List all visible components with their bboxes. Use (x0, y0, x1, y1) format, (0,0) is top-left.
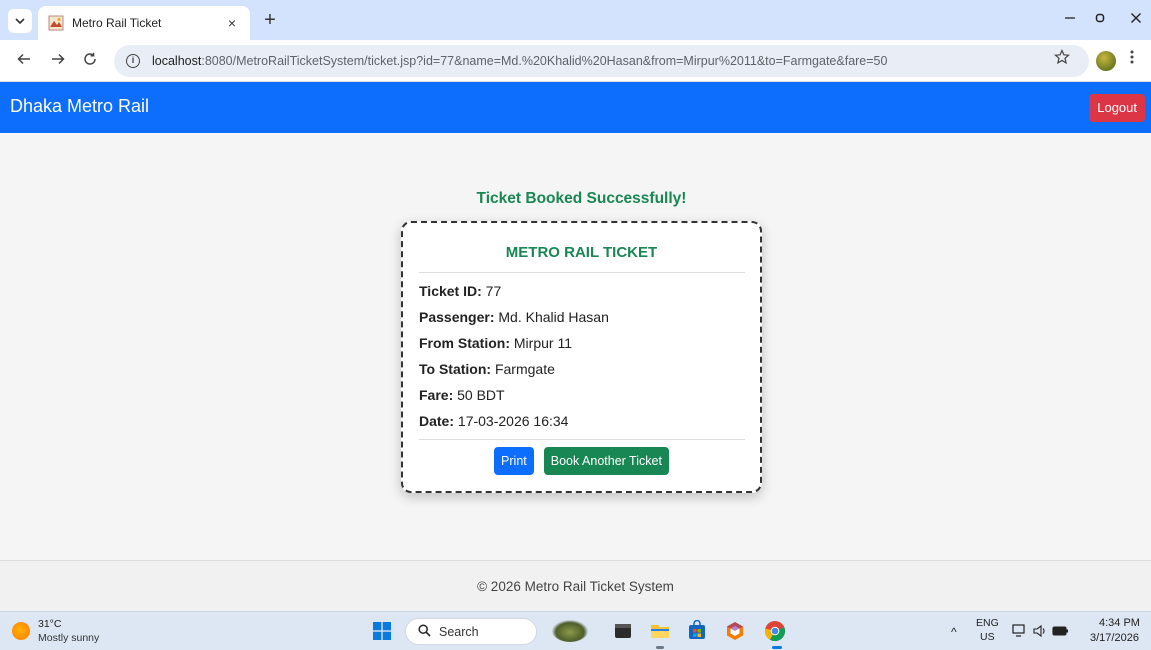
brand-title[interactable]: Dhaka Metro Rail (10, 96, 149, 117)
date-row: Date: 17-03-2026 16:34 (419, 413, 568, 429)
browser-tab[interactable]: Metro Rail Ticket × (38, 6, 250, 40)
field-value: 17-03-2026 16:34 (457, 413, 569, 429)
weather-sun-icon[interactable] (12, 622, 30, 640)
network-icon[interactable] (1012, 624, 1028, 641)
top-navbar: Dhaka Metro Rail Logout (0, 82, 1151, 133)
to-station-row: To Station: Farmgate (419, 361, 555, 377)
reload-icon[interactable] (78, 49, 102, 73)
field-label: Passenger: (419, 309, 495, 325)
ticket-id-row: Ticket ID: 77 (419, 283, 501, 299)
field-label: From Station: (419, 335, 510, 351)
field-value: Mirpur 11 (513, 335, 572, 351)
logout-button[interactable]: Logout (1089, 94, 1145, 122)
field-value: 77 (485, 283, 502, 299)
chrome-app-icon[interactable] (764, 620, 786, 642)
tab-close-icon[interactable]: × (224, 15, 240, 31)
from-station-row: From Station: Mirpur 11 (419, 335, 572, 351)
fare-row: Fare: 50 BDT (419, 387, 505, 403)
terminal-app-icon[interactable] (612, 620, 634, 642)
address-bar: i localhost:8080/MetroRailTicketSystem/t… (0, 40, 1151, 82)
volume-icon[interactable] (1032, 624, 1048, 641)
profile-avatar-icon[interactable] (1096, 51, 1116, 71)
favicon-icon (48, 15, 64, 31)
clock-time[interactable]: 4:34 PM (1099, 617, 1140, 629)
ticket-actions: Print Book Another Ticket (403, 447, 760, 475)
field-value: 50 BDT (457, 387, 505, 403)
book-another-ticket-button[interactable]: Book Another Ticket (543, 447, 669, 475)
weather-description[interactable]: Mostly sunny (38, 632, 99, 644)
field-label: To Station: (419, 361, 492, 377)
url-path: :8080/MetroRailTicketSystem/ticket.jsp?i… (201, 54, 888, 68)
url-host: localhost (152, 54, 202, 68)
restore-icon[interactable] (1088, 8, 1112, 32)
search-icon (418, 623, 431, 640)
active-app-indicator (772, 646, 782, 649)
photo-widget-icon[interactable] (552, 620, 588, 642)
region-indicator[interactable]: US (980, 631, 995, 643)
back-icon[interactable] (12, 49, 36, 73)
file-explorer-icon[interactable] (649, 620, 671, 642)
tab-title: Metro Rail Ticket (72, 16, 162, 30)
search-label: Search (439, 624, 479, 639)
divider (419, 439, 745, 440)
passenger-row: Passenger: Md. Khalid Hasan (419, 309, 609, 325)
store-app-icon[interactable] (686, 619, 708, 642)
os-taskbar: 31°C Mostly sunny Search ^ ENG US 4:34 P… (0, 611, 1151, 650)
active-app-indicator (656, 646, 664, 649)
url-input[interactable]: i localhost:8080/MetroRailTicketSystem/t… (114, 45, 1089, 77)
field-label: Date: (419, 413, 455, 429)
field-label: Fare: (419, 387, 454, 403)
taskbar-search[interactable]: Search (405, 618, 537, 645)
new-tab-button[interactable]: + (258, 9, 282, 33)
divider (419, 272, 745, 273)
battery-icon[interactable] (1052, 624, 1070, 641)
field-label: Ticket ID: (419, 283, 482, 299)
minimize-icon[interactable] (1058, 8, 1082, 32)
forward-icon[interactable] (46, 49, 70, 73)
bookmark-star-icon[interactable] (1054, 49, 1070, 70)
ticket-heading: METRO RAIL TICKET (505, 244, 658, 261)
window-close-icon[interactable] (1124, 8, 1148, 32)
browser-tab-bar: Metro Rail Ticket × + (0, 0, 1151, 40)
tab-search-chevron-down-icon[interactable] (8, 9, 32, 33)
clock-date[interactable]: 3/17/2026 (1090, 632, 1139, 644)
more-menu-icon[interactable] (1130, 49, 1134, 70)
weather-temperature[interactable]: 31°C (38, 618, 61, 630)
print-button[interactable]: Print (494, 447, 534, 475)
field-value: Farmgate (494, 361, 555, 377)
info-icon[interactable]: i (126, 54, 140, 68)
field-value: Md. Khalid Hasan (498, 309, 609, 325)
page-footer: © 2026 Metro Rail Ticket System (0, 560, 1151, 611)
language-indicator[interactable]: ENG (976, 617, 999, 629)
success-message: Ticket Booked Successfully! (476, 190, 687, 207)
ticket-card: METRO RAIL TICKET Ticket ID: 77 Passenge… (401, 221, 762, 493)
windows-start-icon[interactable] (373, 622, 391, 640)
office-app-icon[interactable] (724, 620, 746, 642)
tray-overflow-chevron-icon[interactable]: ^ (951, 625, 957, 639)
